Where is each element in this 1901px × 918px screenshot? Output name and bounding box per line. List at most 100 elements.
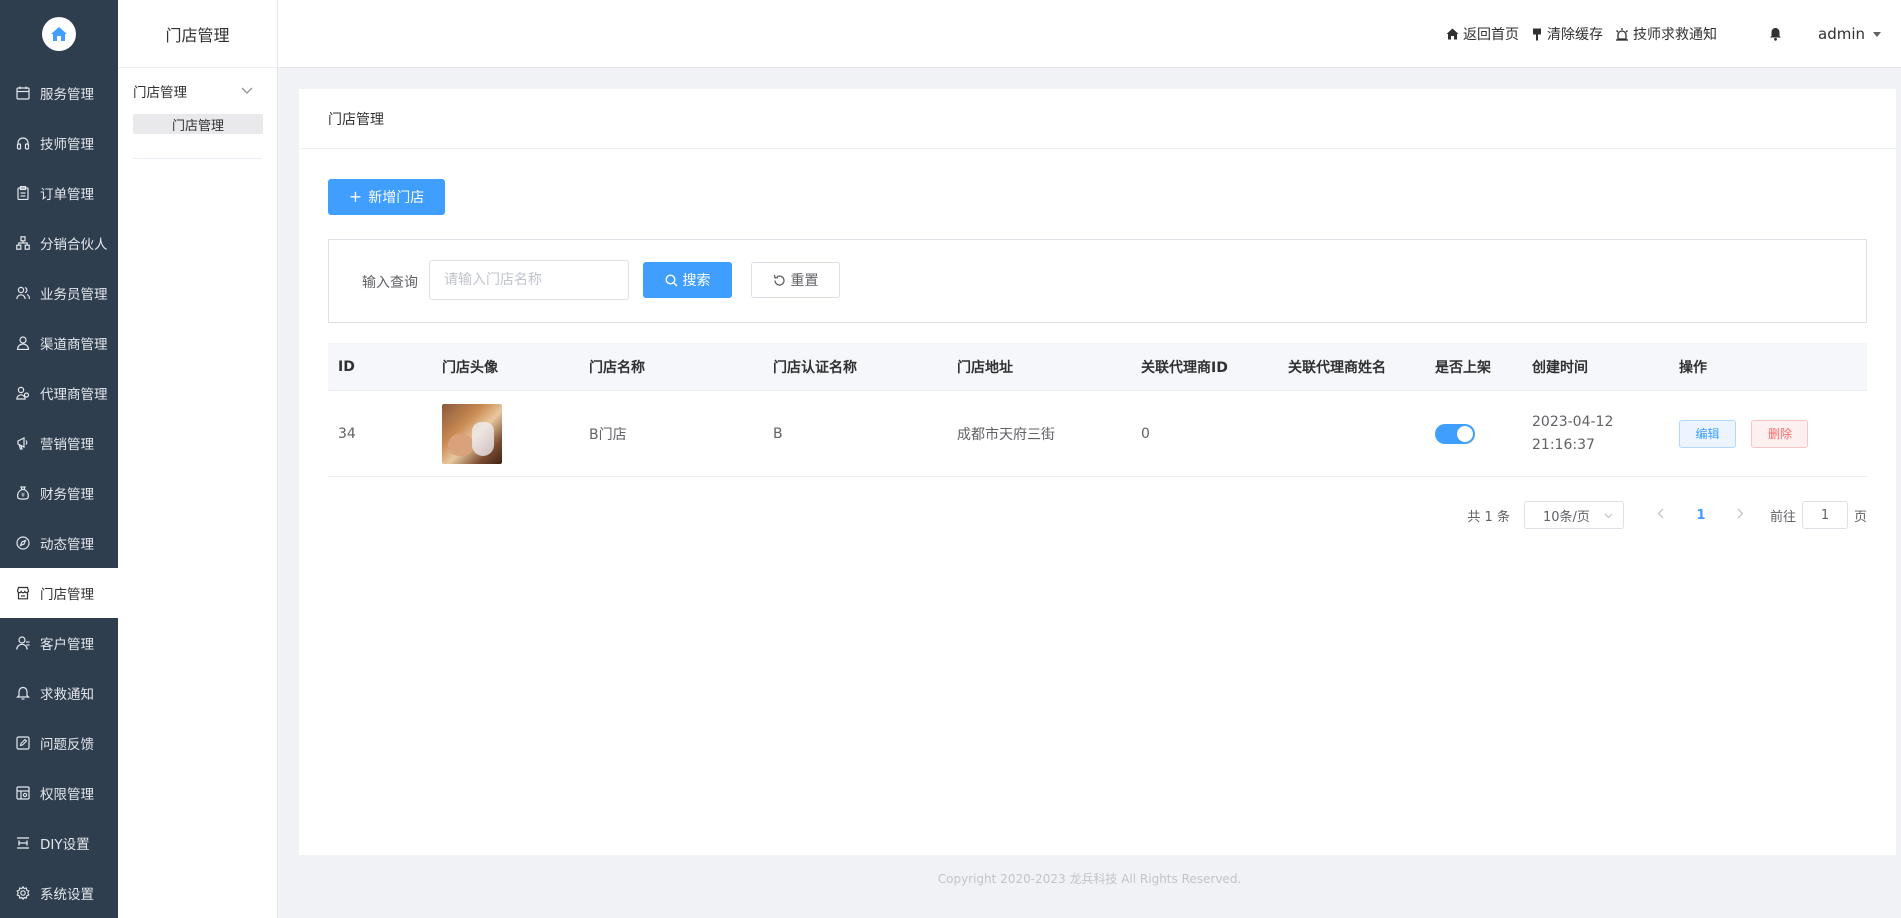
avatar-detail <box>448 433 474 456</box>
sub-sidebar: 门店管理 门店管理 门店管理 <box>118 0 278 918</box>
store-avatar-image[interactable] <box>442 403 502 464</box>
back-home-label: 返回首页 <box>1463 27 1519 43</box>
rail-item-calendar[interactable]: 服务管理 <box>0 68 118 118</box>
store-name-search-input[interactable] <box>429 260 629 300</box>
cell-name: B门店 <box>589 426 627 443</box>
next-page-button[interactable] <box>1726 507 1756 523</box>
store-table: ID 门店头像 门店名称 门店认证名称 门店地址 关联代理商ID 关联代理商姓名… <box>328 343 1867 477</box>
compass-icon <box>16 536 30 550</box>
store-icon <box>16 586 30 600</box>
col-actions: 操作 <box>1679 359 1707 376</box>
delete-button[interactable]: 删除 <box>1751 419 1809 448</box>
rail-item-gear[interactable]: 系统设置 <box>0 868 118 918</box>
user-group-icon <box>16 386 30 400</box>
search-button[interactable]: 搜索 <box>643 262 732 298</box>
user-menu[interactable]: admin <box>1818 25 1881 43</box>
rail-item-label: 问题反馈 <box>40 737 94 753</box>
col-id: ID <box>338 358 355 375</box>
col-agent-name: 关联代理商姓名 <box>1288 359 1386 376</box>
rail-item-label: 权限管理 <box>40 787 94 803</box>
divider <box>133 158 262 159</box>
top-header: 返回首页 清除缓存 技师求救通知 admin <box>278 0 1901 68</box>
pagination-total: 共 1 条 <box>1467 509 1510 525</box>
diy-icon <box>16 836 30 850</box>
cell-on-shelf <box>1425 423 1522 444</box>
rail-item-network[interactable]: 分销合伙人 <box>0 218 118 268</box>
search-button-label: 搜索 <box>682 273 711 289</box>
rail-item-label: 门店管理 <box>40 587 94 603</box>
clipboard-icon <box>16 186 30 200</box>
plus-icon: + <box>348 187 363 206</box>
reset-button-label: 重置 <box>790 273 819 289</box>
user-icon <box>16 336 30 350</box>
rail-item-compass[interactable]: 动态管理 <box>0 518 118 568</box>
main-nav-rail: 服务管理技师管理订单管理分销合伙人业务员管理 渠道商管理 代理商管理营销管理 ¥ 财务管… <box>0 0 118 918</box>
rail-item-feedback[interactable]: 问题反馈 <box>0 718 118 768</box>
logo[interactable] <box>0 0 118 68</box>
col-agent-id: 关联代理商ID <box>1141 359 1228 376</box>
copyright-footer: Copyright 2020-2023 龙兵科技 All Rights Rese… <box>937 872 1242 886</box>
add-store-label: 新增门店 <box>368 190 425 206</box>
rail-item-label: 动态管理 <box>40 537 94 553</box>
clear-cache-label: 清除缓存 <box>1547 27 1603 43</box>
rail-item-bell[interactable]: 求救通知 <box>0 668 118 718</box>
clear-cache-link[interactable]: 清除缓存 <box>1531 24 1603 44</box>
gear-icon <box>16 886 30 900</box>
rail-item-label: 营销管理 <box>40 437 94 453</box>
rail-item-user-group[interactable]: 代理商管理 <box>0 368 118 418</box>
rail-item-label: 技师管理 <box>40 137 94 153</box>
rail-item-permission[interactable]: 权限管理 <box>0 768 118 818</box>
bell-icon <box>16 686 30 700</box>
back-home-link[interactable]: 返回首页 <box>1446 24 1519 44</box>
page-size-select[interactable]: 10条/页 <box>1523 501 1624 529</box>
megaphone-icon <box>16 436 30 450</box>
on-shelf-toggle[interactable] <box>1435 423 1475 444</box>
prev-page-button[interactable] <box>1646 507 1676 523</box>
content-card: 门店管理 + 新增门店 输入查询 搜索 重置 ID 门店头像 门店名称 门店认证… <box>299 89 1896 855</box>
rail-item-money-bag[interactable]: ¥ 财务管理 <box>0 468 118 518</box>
col-address: 门店地址 <box>957 359 1013 376</box>
rail-item-megaphone[interactable]: 营销管理 <box>0 418 118 468</box>
svg-text:¥: ¥ <box>21 492 25 499</box>
rail-item-label: 财务管理 <box>40 487 94 503</box>
search-label: 输入查询 <box>362 275 418 291</box>
rail-item-clipboard[interactable]: 订单管理 <box>0 168 118 218</box>
calendar-icon <box>16 86 30 100</box>
rail-item-customer[interactable]: 客户管理 <box>0 618 118 668</box>
sub-sidebar-group-label: 门店管理 <box>133 85 187 101</box>
cell-created-at: 2023-04-12 21:16:37 <box>1522 411 1669 457</box>
chevron-down-icon <box>241 83 253 99</box>
sub-sidebar-group[interactable]: 门店管理 <box>118 68 277 114</box>
sub-sidebar-item-store[interactable]: 门店管理 <box>133 114 263 134</box>
page-jumper: 前往 页 <box>1770 501 1867 529</box>
col-on-shelf: 是否上架 <box>1435 359 1491 376</box>
rail-item-headset[interactable]: 技师管理 <box>0 118 118 168</box>
avatar-detail <box>472 421 494 456</box>
goto-page-input[interactable] <box>1801 501 1848 529</box>
rail-item-label: 求救通知 <box>40 687 94 703</box>
sos-notice-link[interactable]: 技师求救通知 <box>1615 24 1717 44</box>
rail-item-diy[interactable]: DIY设置 <box>0 818 118 868</box>
home-logo-icon <box>42 17 76 51</box>
col-created-at: 创建时间 <box>1532 359 1588 376</box>
bell-icon[interactable] <box>1769 27 1782 41</box>
table-header: ID 门店头像 门店名称 门店认证名称 门店地址 关联代理商ID 关联代理商姓名… <box>328 343 1867 391</box>
rail-item-label: 订单管理 <box>40 187 94 203</box>
rail-item-store[interactable]: 门店管理 <box>0 568 118 618</box>
add-store-button[interactable]: + 新增门店 <box>328 179 445 215</box>
alarm-icon <box>1615 27 1629 41</box>
cell-cert-name: B <box>773 425 783 442</box>
reset-button[interactable]: 重置 <box>751 262 840 298</box>
rail-item-user[interactable]: 渠道商管理 <box>0 318 118 368</box>
rail-item-label: 系统设置 <box>40 887 94 903</box>
page-number-1[interactable]: 1 <box>1676 508 1726 523</box>
rail-item-label: 服务管理 <box>40 87 94 103</box>
goto-prefix: 前往 <box>1769 509 1796 525</box>
customer-icon <box>16 636 30 650</box>
rail-item-users[interactable]: 业务员管理 <box>0 268 118 318</box>
edit-button[interactable]: 编辑 <box>1679 419 1736 448</box>
table-row: 34 B门店 B 成都市天府三街 0 2023-04-12 21:16:37 编… <box>328 391 1867 477</box>
search-icon <box>664 273 678 287</box>
headset-icon <box>16 136 30 150</box>
rail-item-label: 分销合伙人 <box>40 237 108 253</box>
